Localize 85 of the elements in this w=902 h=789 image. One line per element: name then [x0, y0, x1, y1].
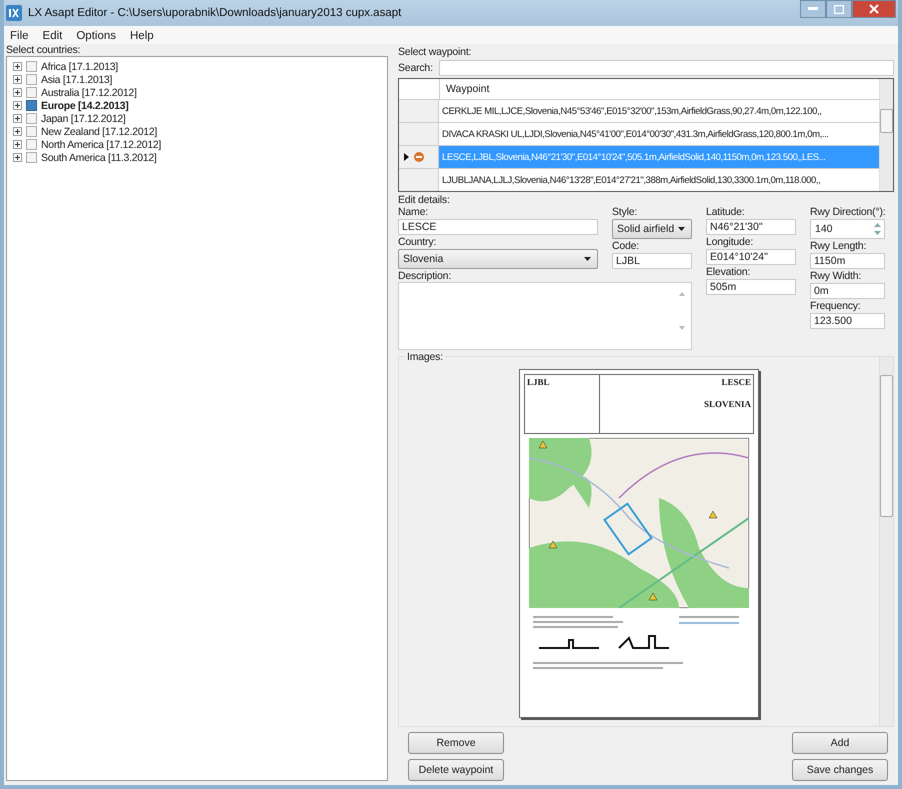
runway-width-field[interactable]: 0m	[810, 283, 886, 299]
waypoint-label: Select waypoint:	[398, 46, 472, 58]
airfield-country: SLOVENIA	[704, 399, 751, 409]
menu-item[interactable]: Options	[76, 30, 116, 42]
runway-direction-label: Rwy Direction(°):	[810, 206, 886, 218]
frequency-field[interactable]: 123.500	[810, 313, 886, 329]
runway-direction-spinner[interactable]: 140	[810, 219, 886, 239]
remove-button[interactable]: Remove	[408, 732, 504, 754]
country-item[interactable]: Australia [17.12.2012]	[41, 86, 137, 98]
maximize-button[interactable]	[826, 0, 852, 18]
spinner-arrows-icon	[873, 222, 882, 236]
scrollbar[interactable]	[879, 79, 893, 191]
style-label: Style:	[612, 206, 638, 218]
checkbox[interactable]	[26, 74, 37, 85]
checkbox[interactable]	[26, 152, 37, 163]
expand-icon[interactable]	[13, 153, 22, 162]
expand-icon[interactable]	[13, 127, 22, 136]
runway-width-label: Rwy Width:	[810, 270, 862, 282]
minimize-button[interactable]	[800, 0, 826, 18]
table-cell[interactable]: CERKLJE MIL,LJCE,Slovenia,N45°53'46",E015°32'00",153m,AirfieldGrass,90,27.4m,0m,122.100,,	[439, 100, 879, 122]
expand-icon[interactable]	[13, 140, 22, 149]
table-cell[interactable]: DIVACA KRASKI UL,LJDI,Slovenia,N45°41'00",E014°00'30",431.3m,AirfieldGrass,120,800.1m,0m,...	[439, 123, 879, 145]
row-pointer-icon	[404, 153, 409, 161]
search-label: Search:	[398, 62, 433, 74]
caret-icon	[584, 257, 591, 261]
country-item[interactable]: South America [11.3.2012]	[41, 152, 156, 164]
add-button[interactable]: Add	[792, 732, 888, 754]
close-icon	[869, 4, 879, 14]
checkbox[interactable]	[26, 61, 37, 72]
menu-item[interactable]: Help	[130, 30, 154, 42]
airfield-name: LESCE	[721, 377, 751, 387]
country-item[interactable]: Asia [17.1.2013]	[41, 74, 112, 86]
description-label: Description:	[398, 270, 452, 282]
menu-item[interactable]: File	[10, 30, 29, 42]
longitude-field[interactable]: E014°10'24"	[706, 249, 796, 265]
airfield-code: LJBL	[527, 377, 550, 387]
country-item[interactable]: Africa [17.1.2013]	[41, 60, 118, 72]
name-field[interactable]: LESCE	[398, 219, 598, 235]
checkbox[interactable]	[26, 87, 37, 98]
details-label: Edit details:	[398, 194, 451, 206]
expand-icon[interactable]	[13, 75, 22, 84]
maximize-icon	[834, 4, 844, 14]
country-dropdown[interactable]: Slovenia	[398, 249, 598, 269]
menu-item[interactable]: Edit	[42, 30, 62, 42]
search-field[interactable]	[438, 60, 894, 76]
latitude-label: Latitude:	[706, 206, 746, 218]
description-field[interactable]	[398, 282, 692, 350]
minimize-icon	[808, 7, 818, 11]
longitude-label: Longitude:	[706, 236, 754, 248]
frequency-label: Frequency:	[810, 300, 862, 312]
column-header[interactable]: Waypoint	[440, 79, 496, 99]
expand-icon[interactable]	[13, 101, 22, 110]
scrollbar[interactable]	[879, 357, 893, 726]
close-button[interactable]	[852, 0, 896, 18]
images-label: Images:	[405, 351, 445, 363]
country-item[interactable]: Europe [14.2.2013]	[41, 100, 128, 112]
elevation-field[interactable]: 505m	[706, 279, 796, 295]
runway-length-field[interactable]: 1150m	[810, 253, 886, 269]
country-item[interactable]: New Zealand [17.12.2012]	[41, 126, 157, 138]
country-item[interactable]: Japan [17.12.2012]	[41, 112, 126, 124]
expand-icon[interactable]	[13, 62, 22, 71]
checkbox[interactable]	[26, 126, 37, 137]
checkbox[interactable]	[26, 139, 37, 150]
scroll-arrows-icon	[679, 291, 685, 331]
name-label: Name:	[398, 206, 429, 218]
expand-icon[interactable]	[13, 88, 22, 97]
caret-icon	[678, 227, 685, 231]
checkbox[interactable]	[26, 113, 37, 124]
code-label: Code:	[612, 240, 640, 252]
code-field[interactable]: LJBL	[612, 253, 692, 269]
table-cell[interactable]: LJUBLJANA,LJLJ,Slovenia,N46°13'28",E014°27'21",388m,AirfieldSolid,130,3300.1m,0m,118.000,,	[439, 169, 879, 191]
elevation-label: Elevation:	[706, 266, 752, 278]
app-icon	[6, 5, 22, 21]
delete-waypoint-button[interactable]: Delete waypoint	[408, 759, 504, 781]
airfield-icon	[413, 151, 425, 163]
save-changes-button[interactable]: Save changes	[792, 759, 888, 781]
checkbox[interactable]	[26, 100, 37, 111]
latitude-field[interactable]: N46°21'30"	[706, 219, 796, 235]
runway-length-label: Rwy Length:	[810, 240, 868, 252]
expand-icon[interactable]	[13, 114, 22, 123]
window-title: LX Asapt Editor - C:\Users\uporabnik\Downloads\january2013 cupx.asapt	[28, 7, 402, 19]
style-dropdown[interactable]: Solid airfield	[612, 219, 692, 239]
country-item[interactable]: North America [17.12.2012]	[41, 138, 162, 150]
countries-label: Select countries:	[6, 44, 82, 56]
country-label: Country:	[398, 236, 438, 248]
